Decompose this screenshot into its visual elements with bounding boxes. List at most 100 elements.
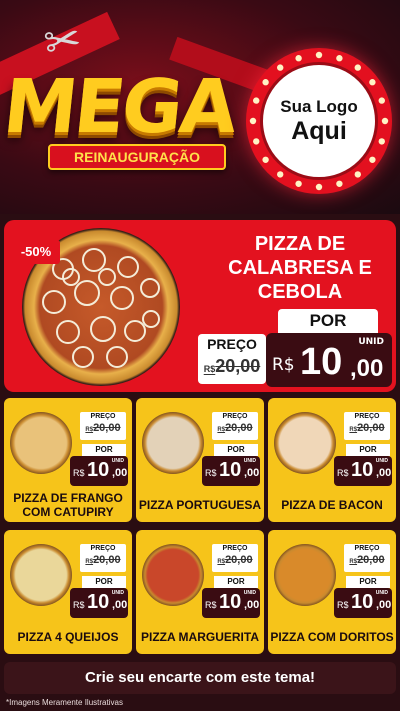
preco-label: PREÇO bbox=[354, 413, 380, 420]
price-cents: ,00 bbox=[112, 467, 128, 479]
price-box: UNID R$ 10,00 bbox=[70, 588, 128, 618]
unid-label: UNID bbox=[111, 458, 124, 464]
logo-line1: Sua Logo bbox=[280, 97, 358, 116]
discount-badge: -50% bbox=[12, 240, 60, 264]
disclaimer-text: *Imagens Meramente Ilustrativas bbox=[6, 698, 123, 707]
scissors-icon: ✂ bbox=[40, 12, 86, 70]
price-cents: ,00 bbox=[376, 599, 392, 611]
marquee-light bbox=[354, 64, 361, 71]
pizza-image bbox=[142, 544, 204, 606]
hero-old-price: R$20,00 bbox=[203, 356, 261, 376]
marquee-light bbox=[336, 180, 343, 187]
price-int: 10 bbox=[219, 591, 242, 613]
unid-label: UNID bbox=[243, 590, 256, 596]
header-banner: ✂ MEGA REINAUGURAÇÃO Sua Logo Aqui bbox=[0, 0, 400, 214]
marquee-light bbox=[336, 55, 343, 62]
unid-label: UNID bbox=[111, 590, 124, 596]
pizza-image bbox=[10, 412, 72, 474]
title-main: MEGA bbox=[0, 64, 239, 150]
onion-ring bbox=[56, 320, 80, 344]
currency: R$ bbox=[337, 468, 349, 478]
price-int: 10 bbox=[219, 459, 242, 481]
unid-label: UNID bbox=[375, 590, 388, 596]
pizza-image bbox=[274, 412, 336, 474]
hero-price-int: 10 bbox=[300, 341, 343, 383]
hero-product-name: PIZZA DE CALABRESA E CEBOLA bbox=[228, 233, 372, 303]
old-price: R$20,00 bbox=[85, 422, 121, 434]
marquee-light bbox=[262, 156, 269, 163]
marquee-light bbox=[253, 138, 260, 145]
onion-ring bbox=[98, 268, 116, 286]
preco-label: PREÇO bbox=[90, 413, 116, 420]
por-label: POR bbox=[214, 576, 258, 588]
cta-button[interactable]: Crie seu encarte com este tema! bbox=[4, 662, 396, 694]
price-box: UNID R$ 10,00 bbox=[202, 588, 260, 618]
marquee-light bbox=[378, 138, 385, 145]
currency: R$ bbox=[73, 468, 85, 478]
price-cents: ,00 bbox=[376, 467, 392, 479]
preco-label: PREÇO bbox=[90, 545, 116, 552]
hero-old-price-box: PREÇO R$20,00 bbox=[198, 334, 266, 384]
preco-label: PREÇO bbox=[354, 545, 380, 552]
marquee-light bbox=[378, 97, 385, 104]
onion-ring bbox=[110, 286, 134, 310]
price-int: 10 bbox=[351, 459, 374, 481]
por-label: POR bbox=[82, 576, 126, 588]
price-cents: ,00 bbox=[244, 599, 260, 611]
product-card[interactable]: PREÇO R$20,00 POR UNID R$ 10,00 PIZZA 4 QUEIJO… bbox=[4, 530, 132, 654]
product-card[interactable]: PREÇO R$20,00 POR UNID R$ 10,00 PIZZA COM DORI… bbox=[268, 530, 396, 654]
price-int: 10 bbox=[87, 591, 110, 613]
hero-preco-label: PREÇO bbox=[207, 336, 257, 352]
old-price: R$20,00 bbox=[349, 554, 385, 566]
por-label: POR bbox=[346, 576, 390, 588]
onion-ring bbox=[90, 316, 116, 342]
currency: R$ bbox=[205, 600, 217, 610]
product-card[interactable]: PREÇO R$20,00 POR UNID R$ 10,00 PIZZA PORTUGUE… bbox=[136, 398, 264, 522]
por-label: POR bbox=[214, 444, 258, 456]
old-price-box: PREÇO R$20,00 bbox=[80, 412, 126, 440]
onion-ring bbox=[62, 268, 80, 286]
title-sub: REINAUGURAÇÃO bbox=[48, 144, 226, 170]
price-box: UNID R$ 10,00 bbox=[202, 456, 260, 486]
hero-price-cents: ,00 bbox=[350, 355, 384, 382]
marquee-light bbox=[295, 55, 302, 62]
marquee-light bbox=[381, 117, 389, 125]
hero-price-box: UNID R$ 10 ,00 bbox=[266, 333, 392, 387]
price-int: 10 bbox=[87, 459, 110, 481]
onion-ring bbox=[72, 346, 94, 368]
price-box: UNID R$ 10,00 bbox=[334, 456, 392, 486]
onion-ring bbox=[106, 346, 128, 368]
marquee-light bbox=[277, 171, 284, 178]
price-cents: ,00 bbox=[244, 467, 260, 479]
unid-label: UNID bbox=[375, 458, 388, 464]
logo-placeholder[interactable]: Sua Logo Aqui bbox=[246, 48, 392, 194]
pizza-image bbox=[142, 412, 204, 474]
product-name: PIZZA PORTUGUESA bbox=[138, 498, 262, 512]
price-box: UNID R$ 10,00 bbox=[334, 588, 392, 618]
marquee-light bbox=[277, 64, 284, 71]
marquee-light bbox=[369, 79, 376, 86]
currency: R$ bbox=[337, 600, 349, 610]
hero-unid-label: UNID bbox=[358, 337, 384, 347]
product-name: PIZZA 4 QUEIJOS bbox=[17, 630, 119, 644]
por-label: POR bbox=[82, 444, 126, 456]
unid-label: UNID bbox=[243, 458, 256, 464]
product-name: PIZZA DE BACON bbox=[281, 498, 383, 512]
old-price-box: PREÇO R$20,00 bbox=[212, 412, 258, 440]
product-card[interactable]: PREÇO R$20,00 POR UNID R$ 10,00 PIZZA MARGUERI… bbox=[136, 530, 264, 654]
product-card[interactable]: PREÇO R$20,00 POR UNID R$ 10,00 PIZZA DE BACON bbox=[268, 398, 396, 522]
hero-currency: R$ bbox=[272, 355, 295, 375]
currency: R$ bbox=[205, 468, 217, 478]
marquee-light bbox=[315, 183, 323, 191]
currency: R$ bbox=[73, 600, 85, 610]
price-cents: ,00 bbox=[112, 599, 128, 611]
old-price-box: PREÇO R$20,00 bbox=[344, 412, 390, 440]
price-box: UNID R$ 10,00 bbox=[70, 456, 128, 486]
old-price-box: PREÇO R$20,00 bbox=[212, 544, 258, 572]
product-card[interactable]: PREÇO R$20,00 POR UNID R$ 10,00 PIZZA DE FRANG… bbox=[4, 398, 132, 522]
marquee-light bbox=[315, 51, 323, 59]
pizza-image bbox=[10, 544, 72, 606]
onion-ring bbox=[142, 310, 160, 328]
price-int: 10 bbox=[351, 591, 374, 613]
old-price-box: PREÇO R$20,00 bbox=[344, 544, 390, 572]
